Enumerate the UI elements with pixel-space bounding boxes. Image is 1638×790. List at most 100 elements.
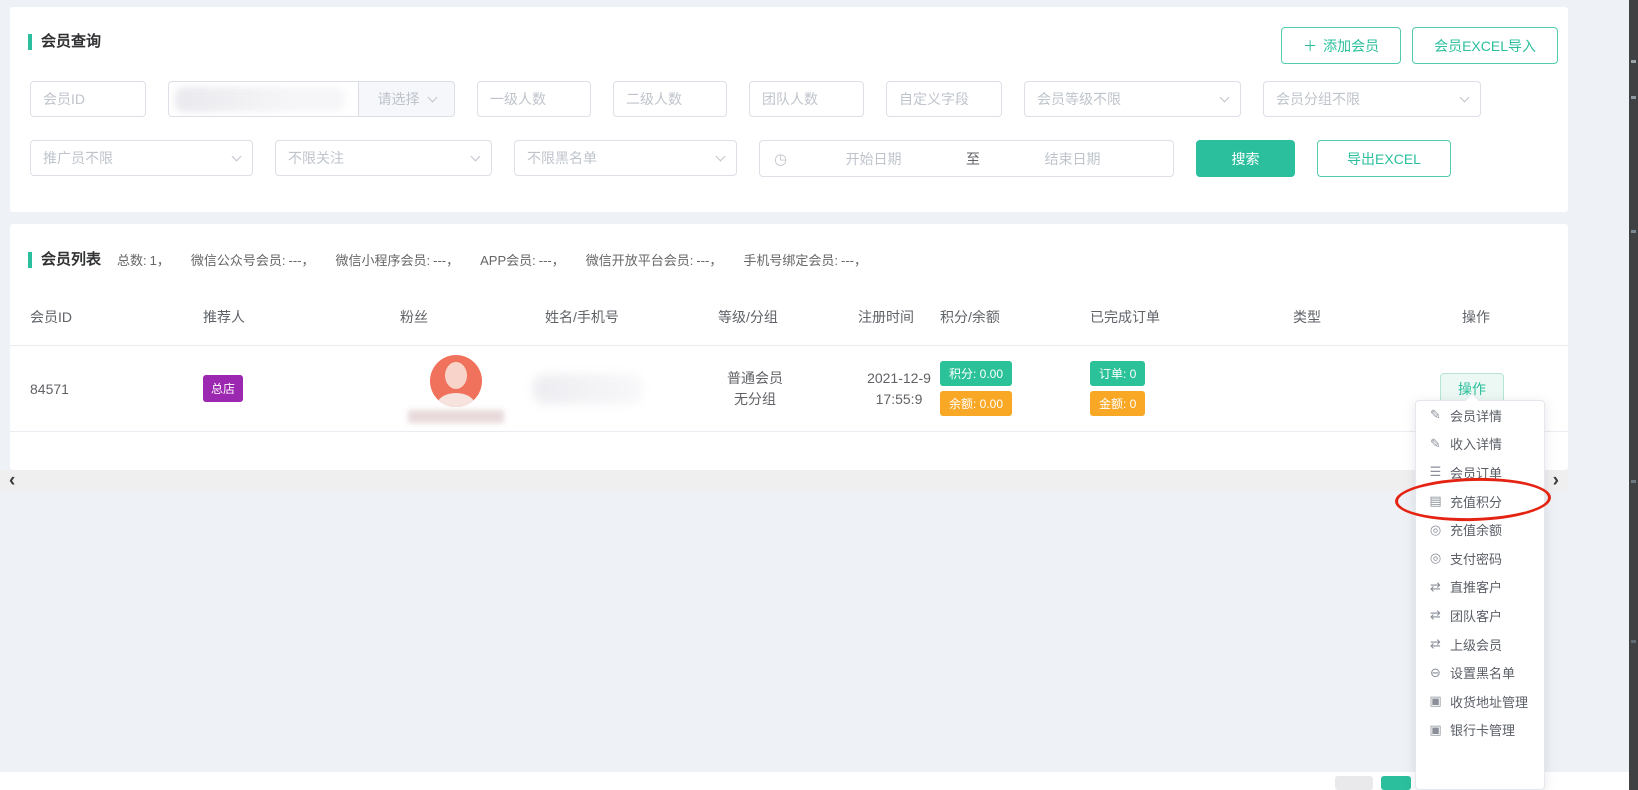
- member-stats: 总数:1， 微信公众号会员:---， 微信小程序会员:---， APP会员:--…: [117, 247, 870, 275]
- page-title: 会员查询: [41, 27, 101, 57]
- member-grade-select[interactable]: 会员等级不限: [1024, 81, 1241, 117]
- col-header-grade-group: 等级/分组: [718, 307, 858, 327]
- menu-item-recharge-points[interactable]: ▤ 充值积分: [1416, 487, 1544, 516]
- title-accent-bar: [28, 252, 32, 268]
- query-title-row: 会员查询 ＋ 添加会员 会员EXCEL导入: [10, 7, 1568, 64]
- level1-count-input[interactable]: [477, 81, 591, 117]
- col-header-points-balance: 积分/余额: [940, 307, 1090, 327]
- col-header-type: 类型: [1293, 307, 1462, 327]
- strip-mark: [1631, 96, 1636, 99]
- cell-points-balance: 积分: 0.00 余额: 0.00: [940, 361, 1090, 416]
- title-accent-bar: [28, 34, 32, 50]
- col-header-member-id: 会员ID: [30, 307, 203, 327]
- clock-icon: ◷: [774, 150, 787, 168]
- stat-app: APP会员:---，: [480, 247, 568, 275]
- redacted-fans-caption: [408, 410, 504, 423]
- add-member-label: 添加会员: [1323, 36, 1379, 56]
- top-actions: ＋ 添加会员 会员EXCEL导入: [1281, 27, 1558, 64]
- referrer-badge: 总店: [203, 375, 243, 402]
- strip-mark: [1631, 480, 1636, 483]
- menu-item-recharge-balance[interactable]: ◎ 充值余额: [1416, 515, 1544, 544]
- start-date-placeholder[interactable]: 开始日期: [787, 149, 960, 169]
- chevron-down-icon: [1460, 92, 1470, 102]
- menu-item-direct-customers[interactable]: ⇄ 直推客户: [1416, 573, 1544, 602]
- export-excel-button[interactable]: 导出EXCEL: [1317, 140, 1451, 177]
- balance-badge: 余额: 0.00: [940, 391, 1012, 416]
- keyword-type-value: 请选择: [378, 89, 420, 109]
- grade-label: 普通会员: [726, 368, 784, 389]
- truck-icon: ▣: [1428, 693, 1443, 709]
- chevron-down-icon: [471, 151, 481, 161]
- horizontal-scrollbar[interactable]: ‹ ›: [0, 470, 1568, 491]
- chevron-down-icon: [716, 151, 726, 161]
- add-member-button[interactable]: ＋ 添加会员: [1281, 27, 1401, 64]
- member-id-input[interactable]: [30, 81, 146, 117]
- chevron-down-icon: [1220, 92, 1230, 102]
- menu-item-member-orders[interactable]: ☰ 会员订单: [1416, 458, 1544, 487]
- redacted-name: [533, 374, 643, 404]
- block-icon: ⊖: [1428, 665, 1443, 681]
- cell-grade-group: 普通会员 无分组: [718, 368, 858, 410]
- level2-count-input[interactable]: [613, 81, 727, 117]
- menu-item-member-detail[interactable]: ✎ 会员详情: [1416, 401, 1544, 430]
- follow-select[interactable]: 不限关注: [275, 140, 492, 176]
- member-group-value: 会员分组不限: [1276, 89, 1360, 109]
- strip-mark: [1631, 230, 1636, 233]
- menu-item-parent-member[interactable]: ⇄ 上级会员: [1416, 630, 1544, 659]
- clipped-green-button[interactable]: [1381, 776, 1411, 790]
- end-date-placeholder[interactable]: 结束日期: [986, 149, 1159, 169]
- member-query-card: 会员查询 ＋ 添加会员 会员EXCEL导入 请选择: [10, 7, 1568, 212]
- member-list-card: 会员列表 总数:1， 微信公众号会员:---， 微信小程序会员:---， APP…: [10, 224, 1568, 470]
- promoter-select[interactable]: 推广员不限: [30, 140, 253, 176]
- col-header-completed-orders: 已完成订单: [1090, 307, 1293, 327]
- cell-referrer: 总店: [203, 375, 400, 402]
- custom-field-input[interactable]: [886, 81, 1002, 117]
- menu-item-team-customers[interactable]: ⇄ 团队客户: [1416, 601, 1544, 630]
- clipped-gray-button[interactable]: [1335, 776, 1373, 790]
- excel-import-button[interactable]: 会员EXCEL导入: [1412, 27, 1558, 64]
- stat-wechat-open: 微信开放平台会员:---，: [586, 247, 726, 275]
- stat-total: 总数:1，: [117, 247, 173, 275]
- menu-item-set-blacklist[interactable]: ⊖ 设置黑名单: [1416, 658, 1544, 687]
- menu-item-shipping-address[interactable]: ▣ 收货地址管理: [1416, 687, 1544, 716]
- search-button[interactable]: 搜索: [1196, 140, 1295, 177]
- edit-icon: ✎: [1428, 436, 1443, 452]
- reg-time: 17:55:9: [858, 389, 940, 410]
- menu-item-bank-cards[interactable]: ▣ 银行卡管理: [1416, 716, 1544, 745]
- window-edge-strip: [1629, 0, 1638, 790]
- chevron-down-icon: [232, 151, 242, 161]
- stat-wechat-mini: 微信小程序会员:---，: [336, 247, 463, 275]
- blacklist-select[interactable]: 不限黑名单: [514, 140, 737, 176]
- keyword-type-select[interactable]: 请选择: [358, 81, 455, 117]
- list-icon: ☰: [1428, 464, 1443, 480]
- member-grade-value: 会员等级不限: [1037, 89, 1121, 109]
- promoter-value: 推广员不限: [43, 148, 113, 168]
- cell-member-id: 84571: [30, 381, 203, 397]
- keyword-input[interactable]: [168, 81, 358, 117]
- menu-item-payment-password[interactable]: ◎ 支付密码: [1416, 544, 1544, 573]
- cell-name-phone: [545, 374, 718, 404]
- truck-icon: ▣: [1428, 722, 1443, 738]
- cell-completed-orders: 订单: 0 金额: 0: [1090, 361, 1293, 416]
- avatar[interactable]: [430, 355, 482, 407]
- bottom-clipped-panel: [0, 772, 1638, 790]
- menu-item-income-detail[interactable]: ✎ 收入详情: [1416, 430, 1544, 459]
- strip-mark: [1631, 640, 1636, 643]
- points-badge: 积分: 0.00: [940, 361, 1012, 386]
- table-row: 84571 总店 普通会员 无分组 2021-12-9 17:55:9: [10, 346, 1568, 432]
- team-count-input[interactable]: [749, 81, 864, 117]
- edit-icon: ✎: [1428, 407, 1443, 423]
- coin-icon: ◎: [1428, 550, 1443, 566]
- scroll-left-icon[interactable]: ‹: [9, 472, 15, 490]
- date-range-picker[interactable]: ◷ 开始日期 至 结束日期: [759, 140, 1174, 177]
- member-group-select[interactable]: 会员分组不限: [1263, 81, 1481, 117]
- member-admin-page: 会员查询 ＋ 添加会员 会员EXCEL导入 请选择: [0, 0, 1638, 790]
- scroll-right-icon[interactable]: ›: [1553, 472, 1559, 490]
- swap-icon: ⇄: [1428, 579, 1443, 595]
- strip-mark: [1631, 60, 1636, 63]
- card-icon: ▤: [1428, 493, 1443, 509]
- amount-badge: 金额: 0: [1090, 391, 1145, 416]
- list-title-row: 会员列表 总数:1， 微信公众号会员:---， 微信小程序会员:---， APP…: [10, 224, 1568, 275]
- col-header-fans: 粉丝: [400, 307, 545, 327]
- col-header-name-phone: 姓名/手机号: [545, 307, 718, 327]
